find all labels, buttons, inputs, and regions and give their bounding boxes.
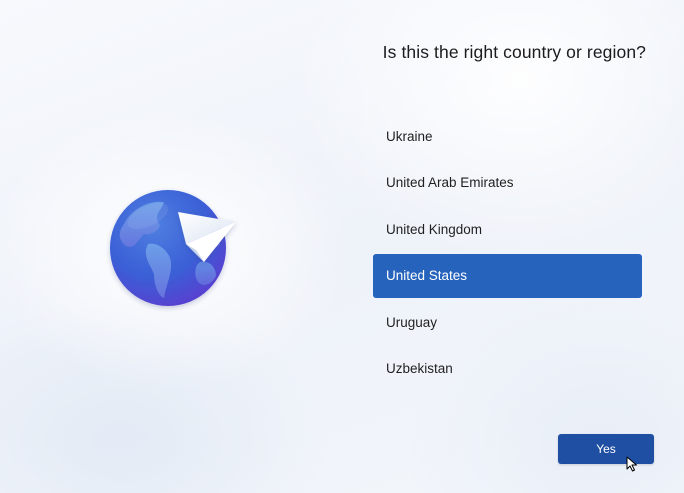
yes-button[interactable]: Yes [558, 434, 654, 464]
globe-paper-plane-icon [104, 184, 244, 314]
country-option-united-kingdom[interactable]: United Kingdom [373, 207, 642, 251]
page-title: Is this the right country or region? [382, 42, 646, 62]
country-list: Ukraine United Arab Emirates United King… [373, 114, 642, 393]
country-option-ukraine[interactable]: Ukraine [373, 114, 642, 158]
country-option-uruguay[interactable]: Uruguay [373, 300, 642, 344]
mouse-pointer-icon [626, 456, 638, 472]
country-option-uzbekistan[interactable]: Uzbekistan [373, 347, 642, 391]
country-option-united-states[interactable]: United States [373, 253, 642, 298]
country-option-united-arab-emirates[interactable]: United Arab Emirates [373, 161, 642, 205]
